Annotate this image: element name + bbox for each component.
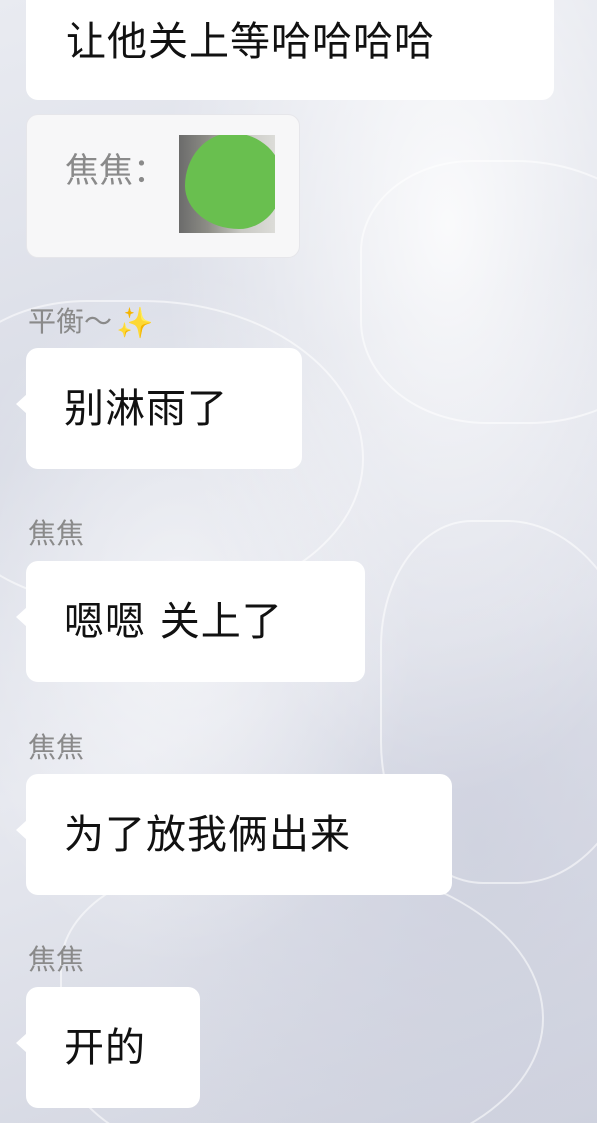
- redaction-blob: [185, 135, 275, 229]
- quoted-image-thumbnail[interactable]: [179, 135, 275, 233]
- sender-name: 焦焦: [28, 517, 85, 550]
- sender-name-text: 平衡～: [28, 305, 113, 338]
- sender-name: 焦焦: [28, 943, 85, 976]
- sparkles-icon: ✨: [116, 306, 154, 341]
- message-bubble[interactable]: 为了放我俩出来: [16, 774, 452, 895]
- message-text: 让他关上等哈哈哈哈: [66, 19, 435, 65]
- message-text: 为了放我俩出来: [64, 811, 351, 858]
- message-text: 嗯嗯 关上了: [64, 598, 283, 645]
- background-ice-streak: [360, 160, 597, 424]
- message-text: 别淋雨了: [64, 385, 228, 432]
- message-bubble[interactable]: 别淋雨了: [16, 348, 302, 469]
- message-bubble[interactable]: 开的: [16, 987, 200, 1108]
- message-text: 开的: [64, 1024, 146, 1071]
- message-bubble[interactable]: 嗯嗯 关上了: [16, 561, 365, 682]
- sender-name: 平衡～ ✨: [28, 300, 153, 341]
- sender-name: 焦焦: [28, 731, 85, 764]
- message-bubble[interactable]: 让他关上等哈哈哈哈: [26, 0, 554, 100]
- quoted-message-card[interactable]: 焦焦：: [26, 114, 300, 258]
- quoted-sender-label: 焦焦：: [65, 151, 167, 191]
